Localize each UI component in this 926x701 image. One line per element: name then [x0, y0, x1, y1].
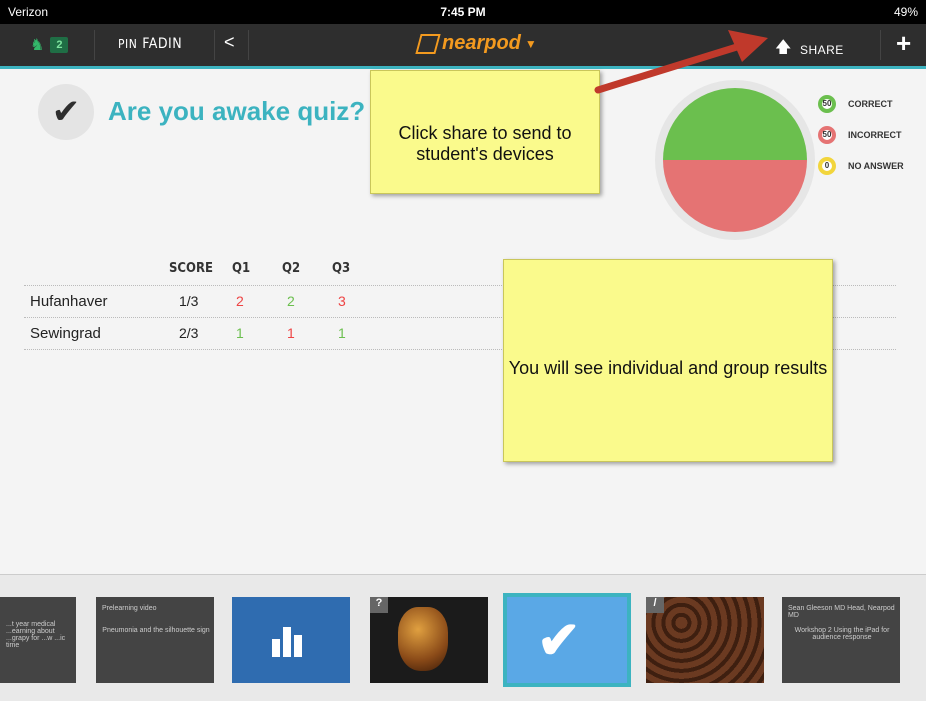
slide-thumb-quiz-active[interactable]: ✔ [503, 593, 631, 687]
question-icon: ? [370, 597, 388, 613]
answer-q2: 1 [287, 325, 295, 341]
slide-thumb-7[interactable]: Sean Gleeson MD Head, Nearpod MD Worksho… [782, 597, 900, 683]
results-tip-text: You will see individual and group result… [508, 358, 828, 378]
slide-text: ...t year medical ...earning about ...gr… [6, 621, 66, 649]
answer-q3: 1 [338, 325, 346, 341]
heart-model-image [398, 607, 448, 671]
legend-no-answer-label: NO ANSWER [848, 160, 904, 171]
legend-incorrect: 50 INCORRECT [818, 119, 904, 150]
answer-q3: 3 [338, 293, 346, 309]
slide-text: Workshop 2 Using the iPad for audience r… [794, 627, 890, 641]
header-q3: Q3 [332, 261, 351, 276]
check-icon: ✔ [537, 612, 581, 670]
annotation-arrow [594, 30, 768, 94]
slide-thumb-2[interactable]: Prelearning video Pneumonia and the silh… [96, 597, 214, 683]
share-tip-text: Click share to send to student's devices [398, 123, 572, 164]
student-score: 1/3 [179, 293, 199, 309]
legend-no-answer-count: 0 [818, 156, 836, 175]
slide-thumb-1[interactable]: ...t year medical ...earning about ...gr… [0, 597, 76, 683]
student-name: Hufanhaver [30, 293, 108, 310]
answer-q1: 1 [236, 325, 244, 341]
student-score: 2/3 [179, 325, 199, 341]
slide-thumb-poll[interactable] [232, 597, 350, 683]
legend-incorrect-count: 50 [818, 125, 836, 144]
answer-q2: 2 [287, 293, 295, 309]
slide-filmstrip: ...t year medical ...earning about ...gr… [0, 574, 926, 701]
pencil-icon: / [646, 597, 664, 613]
results-tip-note: You will see individual and group result… [503, 259, 833, 462]
legend-incorrect-label: INCORRECT [848, 129, 902, 140]
slide-title: Sean Gleeson MD Head, Nearpod MD [788, 605, 895, 619]
slide-thumb-3d[interactable]: ? [370, 597, 488, 683]
header-score: SCORE [169, 261, 213, 276]
header-q2: Q2 [282, 261, 301, 276]
slide-title: Prelearning video [102, 605, 157, 612]
student-name: Sewingrad [30, 325, 101, 342]
slide-text: Pneumonia and the silhouette sign [102, 627, 210, 634]
slide-thumb-draw[interactable]: / [646, 597, 764, 683]
bar-chart-icon [272, 627, 302, 657]
header-q1: Q1 [232, 261, 251, 276]
legend-no-answer: 0 NO ANSWER [818, 150, 904, 181]
answer-q1: 2 [236, 293, 244, 309]
pie-slice-incorrect [663, 160, 807, 232]
